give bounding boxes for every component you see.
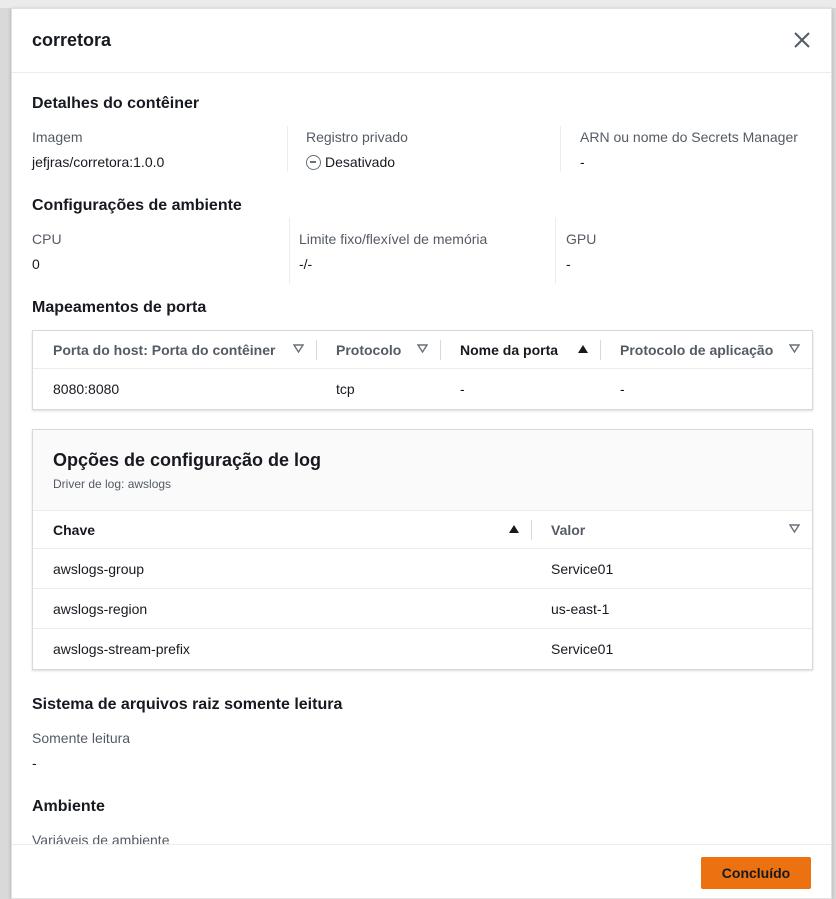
image-field: Imagem jefjras/corretora:1.0.0 bbox=[32, 129, 164, 170]
table-cell: awslogs-region bbox=[33, 588, 531, 629]
log-config-table: Opções de configuração de log Driver de … bbox=[32, 429, 813, 670]
sort-descending-icon[interactable] bbox=[789, 524, 800, 533]
modal-header: corretora bbox=[12, 9, 831, 73]
table-row: awslogs-region us-east-1 bbox=[33, 588, 812, 629]
table-cell: Service01 bbox=[551, 640, 614, 657]
sort-descending-icon[interactable] bbox=[789, 344, 800, 353]
section-title-container-details: Detalhes do contêiner bbox=[32, 95, 200, 112]
table-row: 8080:8080 tcp - - bbox=[33, 369, 812, 409]
column-header-host-port[interactable]: Porta do host: Porta do contêiner bbox=[33, 331, 316, 369]
table-row: awslogs-stream-prefix Service01 bbox=[33, 629, 812, 669]
column-divider bbox=[287, 126, 288, 172]
readonly-value: - bbox=[32, 755, 37, 771]
image-label: Imagem bbox=[32, 129, 83, 145]
column-separator bbox=[600, 340, 601, 360]
background-strip bbox=[0, 0, 836, 8]
table-cell: - bbox=[620, 380, 625, 397]
column-header-port-name[interactable]: Nome da porta bbox=[440, 331, 600, 369]
disabled-circle-icon bbox=[306, 154, 321, 170]
readonly-field: Somente leitura - bbox=[32, 730, 130, 771]
column-header-label: Protocolo bbox=[336, 341, 402, 358]
column-header-label: Porta do host: Porta do contêiner bbox=[53, 341, 276, 358]
table-cell: Service01 bbox=[531, 548, 812, 589]
readonly-label: Somente leitura bbox=[32, 730, 131, 746]
log-config-title: Opções de configuração de log bbox=[53, 450, 322, 470]
column-divider bbox=[555, 218, 556, 284]
column-header-label: Protocolo de aplicação bbox=[620, 341, 774, 358]
container-details-modal: corretora Detalhes do contêiner Imagem j… bbox=[11, 8, 832, 899]
image-value: jefjras/corretora:1.0.0 bbox=[32, 154, 165, 170]
secrets-label: ARN ou nome do Secrets Manager bbox=[580, 129, 798, 145]
port-mappings-table: Porta do host: Porta do contêiner Protoc… bbox=[32, 330, 813, 410]
column-header-label: Chave bbox=[53, 521, 96, 538]
modal-title: corretora bbox=[32, 30, 112, 50]
table-row: awslogs-group Service01 bbox=[33, 548, 812, 589]
cpu-field: CPU 0 bbox=[32, 231, 62, 272]
table-cell: awslogs-group bbox=[33, 548, 531, 589]
sort-ascending-icon[interactable] bbox=[578, 345, 588, 353]
private-registry-label: Registro privado bbox=[306, 129, 408, 145]
close-icon[interactable] bbox=[793, 31, 811, 49]
private-registry-field: Registro privado Desativado bbox=[306, 129, 408, 170]
memory-field: Limite fixo/flexível de memória -/- bbox=[299, 231, 487, 272]
sort-ascending-icon[interactable] bbox=[509, 525, 519, 533]
column-header-value[interactable]: Valor bbox=[531, 511, 812, 549]
log-config-header: Opções de configuração de log Driver de … bbox=[33, 430, 812, 511]
secrets-value: - bbox=[580, 154, 585, 170]
table-cell: - bbox=[460, 380, 465, 397]
background-edge-right bbox=[832, 8, 836, 899]
column-header-app-protocol[interactable]: Protocolo de aplicação bbox=[600, 331, 812, 369]
modal-footer: Concluído bbox=[12, 844, 831, 898]
sort-descending-icon[interactable] bbox=[417, 344, 428, 353]
secrets-field: ARN ou nome do Secrets Manager - bbox=[580, 129, 798, 170]
column-header-label: Valor bbox=[551, 521, 586, 538]
column-divider bbox=[289, 218, 290, 284]
column-header-protocol[interactable]: Protocolo bbox=[316, 331, 440, 369]
background-edge-left bbox=[0, 8, 11, 899]
private-registry-value: Desativado bbox=[325, 154, 396, 170]
cpu-label: CPU bbox=[32, 231, 62, 247]
column-header-key[interactable]: Chave bbox=[33, 511, 531, 549]
table-cell: us-east-1 bbox=[531, 588, 812, 629]
cpu-value: 0 bbox=[32, 256, 40, 272]
column-header-label: Nome da porta bbox=[460, 341, 559, 358]
column-separator bbox=[531, 520, 532, 540]
gpu-label: GPU bbox=[566, 231, 597, 247]
private-registry-status: Desativado bbox=[306, 154, 408, 170]
sort-descending-icon[interactable] bbox=[293, 344, 304, 353]
column-separator bbox=[440, 340, 441, 360]
section-title-environment: Ambiente bbox=[32, 798, 105, 815]
table-cell: awslogs-stream-prefix bbox=[53, 640, 190, 657]
gpu-field: GPU - bbox=[566, 231, 596, 272]
section-title-environment-config: Configurações de ambiente bbox=[32, 197, 242, 214]
modal-body: Detalhes do contêiner Imagem jefjras/cor… bbox=[12, 74, 831, 847]
memory-label: Limite fixo/flexível de memória bbox=[299, 231, 488, 247]
column-separator bbox=[316, 340, 317, 360]
gpu-value: - bbox=[566, 256, 571, 272]
memory-value: -/- bbox=[299, 256, 313, 272]
section-title-port-mappings: Mapeamentos de porta bbox=[32, 299, 207, 316]
table-cell: tcp bbox=[336, 380, 355, 397]
done-button[interactable]: Concluído bbox=[701, 857, 811, 889]
table-cell: 8080:8080 bbox=[53, 380, 120, 397]
section-title-readonly-fs: Sistema de arquivos raiz somente leitura bbox=[32, 696, 343, 713]
log-driver: Driver de log: awslogs bbox=[53, 477, 172, 491]
column-divider bbox=[560, 126, 561, 172]
